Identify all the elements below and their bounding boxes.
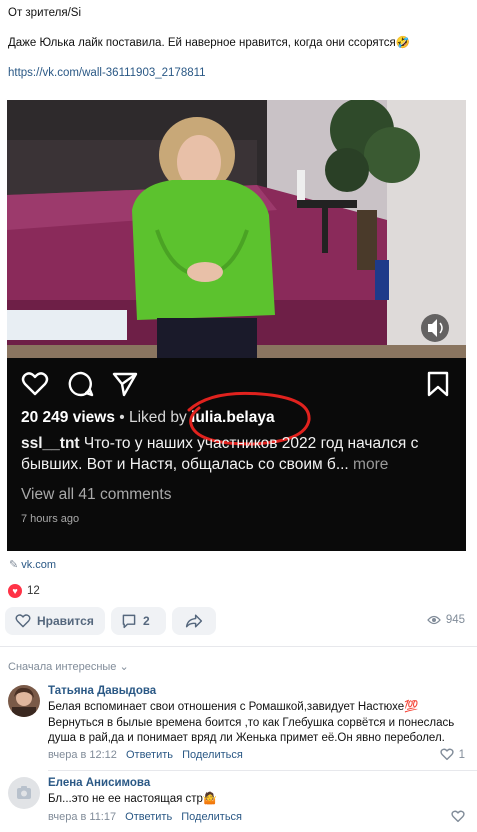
source-label[interactable]: vk.com [21, 559, 56, 571]
comment-count: 2 [143, 614, 150, 628]
comment-icon [122, 614, 136, 629]
attachment-source[interactable]: ✎ vk.com [9, 558, 56, 571]
views-count: 20 249 views [21, 409, 115, 426]
reply-button[interactable]: Ответить [126, 749, 173, 761]
share-arrow-icon [185, 614, 203, 628]
heart-outline-icon [439, 748, 454, 761]
share-icon[interactable] [111, 370, 139, 398]
avatar[interactable] [8, 685, 40, 717]
caption-more[interactable]: more [349, 456, 388, 473]
heart-reaction-icon: ♥ [8, 584, 22, 598]
views: 945 [426, 614, 465, 626]
heart-outline-icon [451, 810, 465, 823]
comment-author[interactable]: Татьяна Давыдова [48, 685, 156, 697]
reactions-count: 12 [27, 585, 40, 597]
link-icon: ✎ [9, 559, 19, 571]
comment-author[interactable]: Елена Анисимова [48, 777, 150, 789]
instagram-likes: 20 249 views • Liked by iulia.belaya [21, 409, 275, 427]
divider [48, 770, 477, 771]
views-count: 945 [445, 614, 465, 626]
like-button[interactable]: Нравится [5, 607, 105, 635]
share-button[interactable] [172, 607, 216, 635]
post-actions: Нравится 2 [5, 607, 216, 635]
comment-button[interactable]: 2 [111, 607, 166, 635]
reply-button[interactable]: Ответить [125, 811, 172, 823]
like-label: Нравится [37, 614, 94, 628]
liked-by-user[interactable]: iulia.belaya [191, 409, 275, 426]
share-button[interactable]: Поделиться [182, 749, 243, 761]
share-button[interactable]: Поделиться [181, 811, 242, 823]
comments-sort[interactable]: Сначала интересные ⌄ [8, 660, 129, 673]
post-line: От зрителя/Si [8, 7, 82, 19]
heart-outline-icon[interactable] [21, 370, 49, 398]
comment-text: Белая вспоминает свои отношения с Ромашк… [48, 701, 455, 744]
heart-outline-icon [15, 614, 31, 628]
comment-icon[interactable] [67, 370, 95, 398]
comment-like-count: 1 [458, 748, 465, 761]
post-link[interactable]: https://vk.com/wall-36111903_2178811 [8, 66, 470, 81]
post-line [8, 21, 470, 36]
comment-time[interactable]: вчера в 11:17 [48, 811, 116, 823]
chevron-down-icon: ⌄ [119, 661, 129, 673]
comment-meta: вчера в 11:17 Ответить Поделиться [48, 811, 242, 823]
caption-user[interactable]: ssl__tnt [21, 435, 80, 452]
video-frame [7, 100, 466, 358]
comment-meta: вчера в 12:12 Ответить Поделиться [48, 749, 243, 761]
eye-icon [426, 615, 441, 625]
comment-like[interactable] [451, 810, 465, 823]
sort-label: Сначала интересные [8, 661, 117, 673]
post-time: 7 hours ago [21, 513, 80, 525]
camera-icon [17, 786, 31, 799]
view-comments-link[interactable]: View all 41 comments [21, 486, 171, 504]
comment-like[interactable]: 1 [439, 748, 465, 761]
liked-by-prefix: • Liked by [114, 409, 192, 426]
comment-time[interactable]: вчера в 12:12 [48, 749, 117, 761]
instagram-actions [7, 370, 466, 404]
post-text: От зрителя/Si Даже Юлька лайк поставила.… [8, 6, 470, 81]
post-line: Даже Юлька лайк поставила. Ей наверное н… [8, 37, 411, 49]
post-image[interactable]: 20 249 views • Liked by iulia.belaya ssl… [7, 100, 466, 551]
post-line [8, 51, 470, 66]
instagram-caption: ssl__tnt Что-то у наших участников 2022 … [21, 433, 461, 475]
divider [0, 646, 477, 647]
comment-text: Бл...это не ее настоящая стр🤷 [48, 793, 218, 805]
bookmark-icon[interactable] [426, 370, 450, 398]
avatar[interactable] [8, 777, 40, 809]
reactions[interactable]: ♥ 12 [8, 584, 40, 598]
